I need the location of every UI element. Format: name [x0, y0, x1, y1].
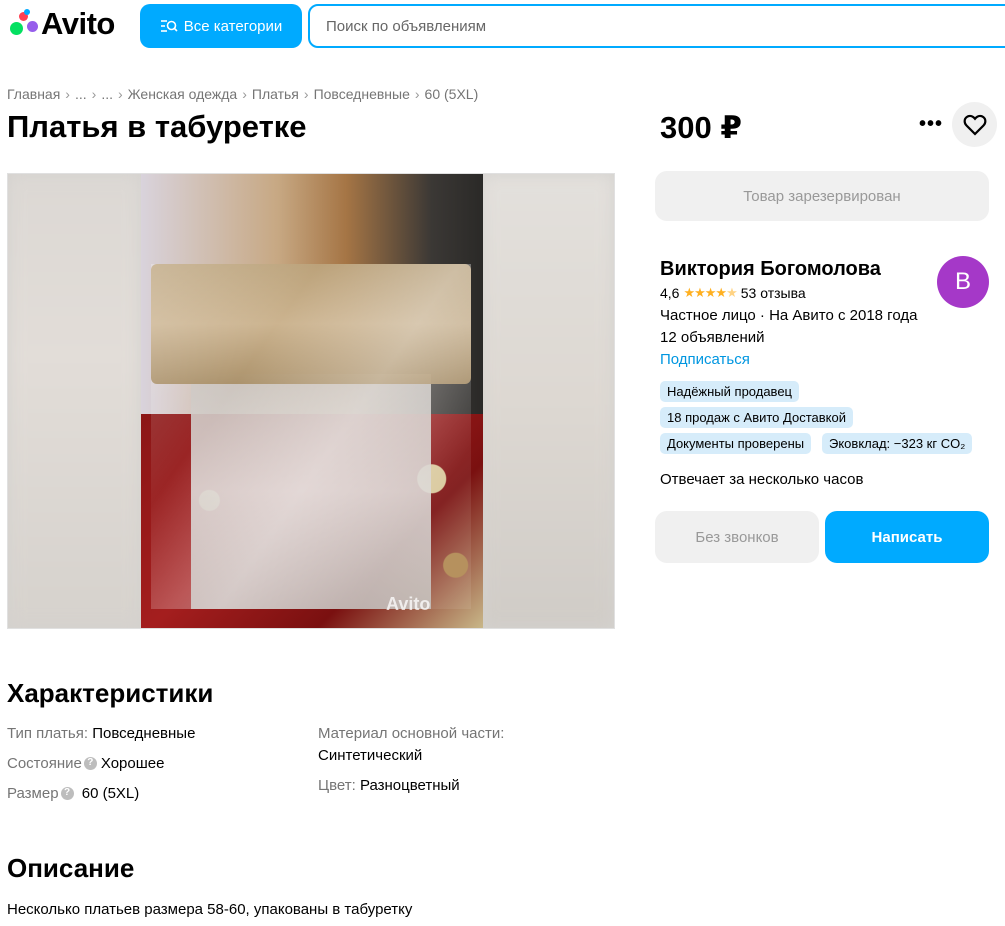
- response-time: Отвечает за несколько часов: [660, 471, 864, 488]
- search-input[interactable]: Поиск по объявлениям: [308, 4, 1005, 48]
- spec-size: Размер? 60 (5XL): [7, 784, 139, 804]
- spec-value: 60 (5XL): [81, 785, 140, 802]
- breadcrumb-item[interactable]: 60 (5XL): [425, 86, 479, 102]
- help-icon[interactable]: ?: [60, 786, 74, 800]
- avito-logo[interactable]: Avito: [7, 8, 115, 40]
- write-message-button[interactable]: Написать: [825, 511, 989, 563]
- rating-value: 4,6: [660, 285, 680, 301]
- spec-label: Состояние: [7, 755, 82, 772]
- seller-badge: Эковклад: −323 кг CO₂: [822, 433, 973, 454]
- page-title: Платья в табуретке: [7, 109, 307, 144]
- categories-search-icon: [160, 20, 178, 32]
- reviews-count: 53 отзыва: [740, 285, 806, 301]
- seller-name[interactable]: Виктория Богомолова: [660, 257, 881, 281]
- breadcrumb-item[interactable]: ...: [75, 86, 87, 102]
- spec-label: Цвет:: [318, 777, 356, 794]
- spec-value: Синтетический: [318, 747, 423, 764]
- help-icon[interactable]: ?: [83, 756, 97, 770]
- chevron-right-icon: ›: [242, 86, 247, 102]
- favorite-button[interactable]: [952, 102, 997, 147]
- avatar[interactable]: В: [937, 256, 989, 308]
- breadcrumb-item[interactable]: Главная: [7, 86, 60, 102]
- breadcrumb-item[interactable]: Платья: [252, 86, 299, 102]
- subscribe-link[interactable]: Подписаться: [660, 351, 750, 368]
- spec-color: Цвет: Разноцветный: [318, 776, 460, 796]
- spec-label: Тип платья:: [7, 725, 89, 742]
- chevron-right-icon: ›: [414, 86, 420, 102]
- specs-heading: Характеристики: [7, 678, 214, 708]
- chevron-right-icon: ›: [65, 86, 70, 102]
- spec-value: Разноцветный: [359, 777, 460, 794]
- chevron-right-icon: ›: [117, 86, 123, 102]
- breadcrumb: Главная › ... › ... › Женская одежда › Плать…: [7, 86, 478, 102]
- description-text: Несколько платьев размера 58-60, упакова…: [7, 901, 413, 918]
- logo-dots-icon: [7, 8, 39, 40]
- rating-stars-icon: ★★★★★: [683, 285, 737, 300]
- seller-rating[interactable]: 4,6 ★★★★★ 53 отзыва: [660, 285, 806, 301]
- spec-condition: Состояние? Хорошее: [7, 754, 164, 774]
- logo-text: Avito: [41, 6, 115, 41]
- seller-badge: 18 продаж с Авито Доставкой: [660, 407, 853, 428]
- spec-label: Материал основной части:: [318, 725, 505, 742]
- seller-badge: Документы проверены: [660, 433, 812, 454]
- all-categories-label: Все категории: [183, 17, 283, 35]
- spec-label: Размер: [7, 785, 59, 802]
- all-categories-button[interactable]: Все категории: [140, 4, 302, 48]
- chevron-right-icon: ›: [303, 86, 309, 102]
- breadcrumb-item[interactable]: ...: [101, 86, 113, 102]
- description-heading: Описание: [7, 853, 135, 883]
- seller-ads-count[interactable]: 12 объявлений: [660, 329, 765, 346]
- gallery-blur-left: [8, 174, 141, 628]
- wrapped-stool-image: [151, 264, 471, 609]
- spec-value: Хорошее: [100, 755, 165, 772]
- seller-badge: Надёжный продавец: [660, 381, 799, 402]
- spec-dress-type: Тип платья: Повседневные: [7, 724, 195, 744]
- chevron-right-icon: ›: [91, 86, 97, 102]
- reserved-button[interactable]: Товар зарезервирован: [655, 171, 989, 221]
- search-placeholder: Поиск по объявлениям: [326, 17, 487, 35]
- more-options-icon[interactable]: •••: [917, 110, 945, 138]
- avito-watermark: Avito: [386, 594, 431, 614]
- breadcrumb-item[interactable]: Повседневные: [314, 86, 410, 102]
- listing-photo: Avito: [141, 174, 483, 628]
- listing-image-gallery[interactable]: Avito: [7, 173, 615, 629]
- heart-icon: [963, 114, 986, 136]
- spec-value: Повседневные: [92, 725, 196, 742]
- gallery-blur-right: [481, 174, 614, 628]
- spec-material: Материал основной части: Синтетический: [318, 724, 504, 766]
- seller-info: Частное лицо · На Авито с 2018 года: [660, 307, 918, 324]
- price: 300 ₽: [660, 110, 742, 145]
- breadcrumb-item[interactable]: Женская одежда: [128, 86, 238, 102]
- no-calls-button[interactable]: Без звонков: [655, 511, 819, 563]
